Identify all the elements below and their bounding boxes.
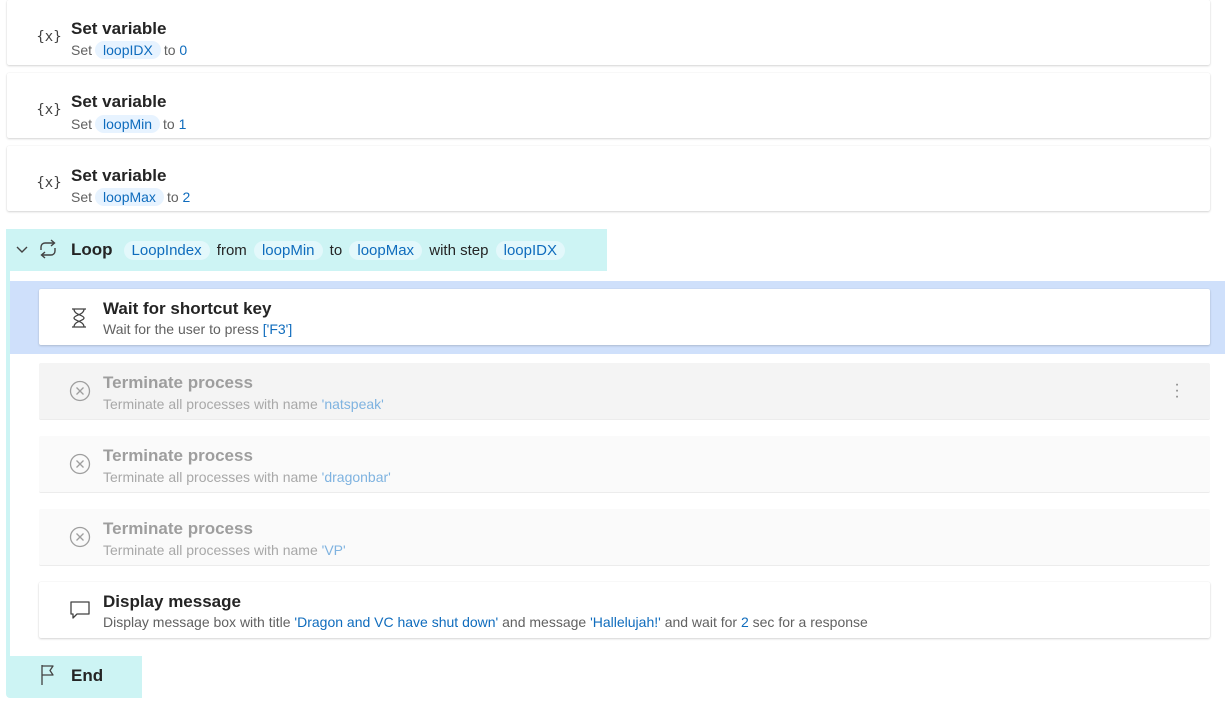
action-title: Set variable [71, 166, 167, 185]
action-title: Set variable [71, 19, 167, 38]
loop-description: Loop LoopIndex from loopMin to loopMax wi… [71, 240, 568, 260]
action-title: Terminate process [103, 446, 253, 465]
variable-chip[interactable]: loopIDX [495, 241, 565, 260]
loop-keyword: Loop [71, 240, 113, 259]
action-description: Set loopMin to 1 [71, 115, 187, 133]
action-terminate-process-vp[interactable]: Terminate process Terminate all processe… [39, 509, 1210, 566]
close-circle-icon [68, 379, 92, 403]
action-title: Display message [103, 592, 241, 611]
more-vertical-icon[interactable]: · · · [1174, 377, 1180, 405]
action-title: Terminate process [103, 519, 253, 538]
variable-chip[interactable]: loopIDX [95, 41, 161, 59]
action-terminate-process-dragonbar[interactable]: Terminate process Terminate all processe… [39, 436, 1210, 493]
loop-end[interactable]: End [6, 656, 142, 698]
action-description: Terminate all processes with name 'natsp… [103, 396, 384, 412]
chevron-down-icon[interactable] [14, 242, 30, 258]
variable-chip[interactable]: loopMax [349, 241, 423, 260]
message-icon [68, 598, 92, 622]
action-description: Set loopIDX to 0 [71, 41, 188, 59]
variable-chip[interactable]: loopMax [95, 188, 164, 206]
action-wait-for-shortcut-key[interactable]: Wait for shortcut key Wait for the user … [39, 289, 1210, 345]
loop-header[interactable]: Loop LoopIndex from loopMin to loopMax wi… [6, 229, 607, 271]
variable-icon: {x} [36, 102, 62, 118]
action-set-variable-loopmin[interactable]: {x} Set variable Set loopMin to 1 [7, 73, 1210, 138]
loop-icon [36, 238, 60, 260]
flag-icon [36, 663, 60, 687]
action-description: Wait for the user to press ['F3'] [103, 321, 293, 337]
action-set-variable-loopidx[interactable]: {x} Set variable Set loopIDX to 0 [7, 0, 1210, 65]
action-title: Terminate process [103, 373, 253, 392]
action-display-message[interactable]: Display message Display message box with… [39, 582, 1210, 638]
action-set-variable-loopmax[interactable]: {x} Set variable Set loopMax to 2 [7, 146, 1210, 211]
action-description: Terminate all processes with name 'VP' [103, 542, 346, 558]
variable-chip[interactable]: LoopIndex [123, 241, 210, 260]
variable-chip[interactable]: loopMin [253, 241, 323, 260]
variable-icon: {x} [36, 29, 62, 45]
hourglass-icon [68, 307, 90, 329]
action-title: Set variable [71, 92, 167, 111]
action-description: Set loopMax to 2 [71, 188, 191, 206]
variable-icon: {x} [36, 175, 62, 191]
action-description: Terminate all processes with name 'drago… [103, 469, 391, 485]
end-label: End [71, 666, 104, 685]
action-description: Display message box with title 'Dragon a… [103, 614, 868, 630]
action-title: Wait for shortcut key [103, 299, 272, 318]
variable-chip[interactable]: loopMin [95, 115, 161, 133]
close-circle-icon [68, 525, 92, 549]
close-circle-icon [68, 452, 92, 476]
action-terminate-process-natspeak[interactable]: Terminate process Terminate all processe… [39, 363, 1210, 420]
